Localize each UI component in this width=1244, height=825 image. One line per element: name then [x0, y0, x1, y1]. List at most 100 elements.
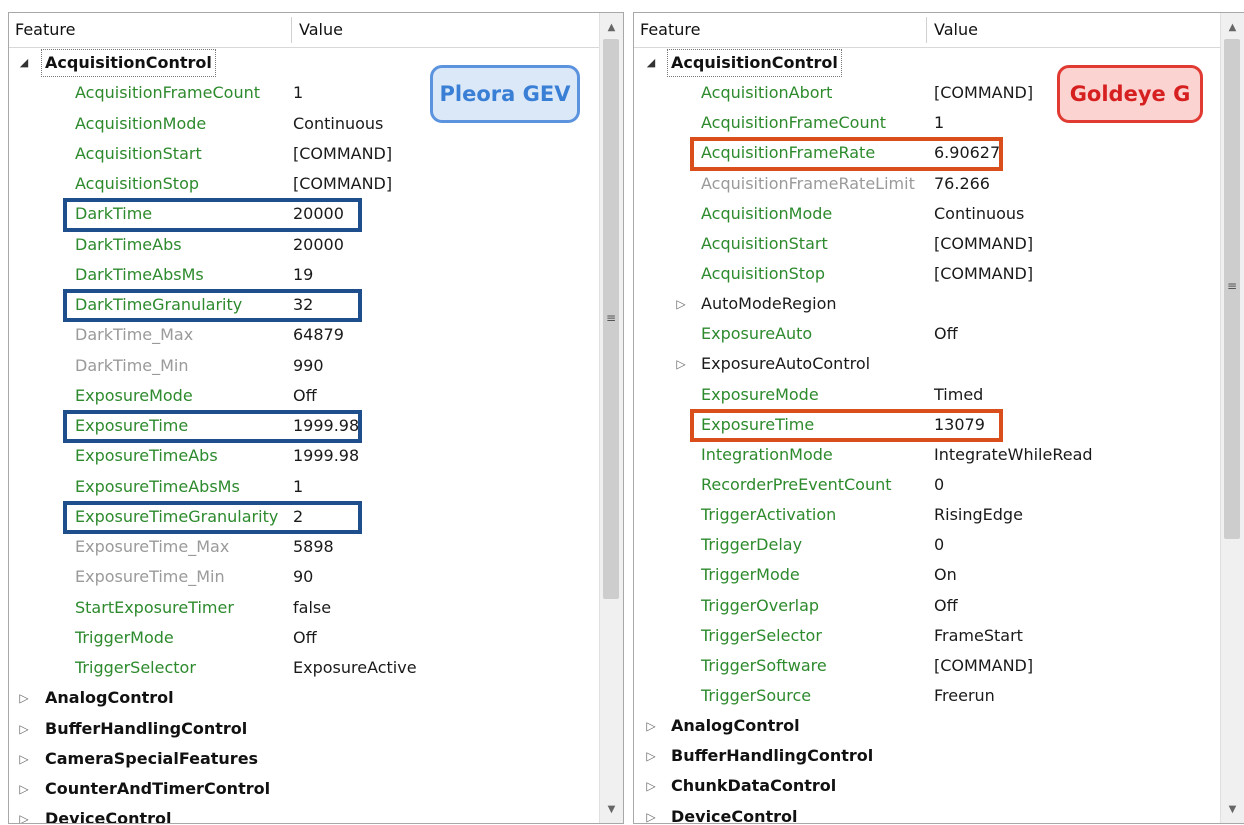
feature-value[interactable]: Timed — [934, 380, 983, 410]
feature-row[interactable]: AcquisitionStop [COMMAND] — [634, 259, 1220, 289]
feature-row[interactable]: TriggerSource Freerun — [634, 681, 1220, 711]
feature-value[interactable]: Off — [934, 319, 958, 349]
feature-row[interactable]: ExposureMode Timed — [634, 380, 1220, 410]
category-row[interactable]: ▷ CounterAndTimerControl — [9, 774, 599, 804]
feature-row[interactable]: ExposureMode Off — [9, 381, 599, 411]
triangle-right-icon[interactable]: ▷ — [644, 718, 658, 734]
feature-value[interactable]: 19 — [293, 260, 313, 290]
triangle-right-icon[interactable]: ▷ — [17, 781, 31, 797]
feature-value[interactable]: [COMMAND] — [934, 229, 1033, 259]
category-row[interactable]: ▷ BufferHandlingControl — [634, 741, 1220, 771]
triangle-right-icon[interactable]: ▷ — [674, 356, 688, 372]
scroll-down-button[interactable]: ▼ — [600, 799, 623, 821]
feature-value[interactable]: false — [293, 593, 331, 623]
feature-value[interactable]: [COMMAND] — [934, 259, 1033, 289]
feature-row[interactable]: AcquisitionStart [COMMAND] — [634, 229, 1220, 259]
feature-value[interactable]: FrameStart — [934, 621, 1023, 651]
feature-value[interactable]: 6.90627 — [934, 138, 1000, 168]
feature-row[interactable]: ExposureTime 1999.98 — [9, 411, 599, 441]
triangle-right-icon[interactable]: ▷ — [644, 809, 658, 823]
feature-row[interactable]: DarkTime_Max 64879 — [9, 320, 599, 350]
category-row[interactable]: ▷ DeviceControl — [634, 802, 1220, 823]
feature-value[interactable]: ExposureActive — [293, 653, 417, 683]
feature-row[interactable]: TriggerMode On — [634, 560, 1220, 590]
triangle-right-icon[interactable]: ▷ — [17, 751, 31, 767]
feature-value[interactable]: [COMMAND] — [293, 169, 392, 199]
triangle-right-icon[interactable]: ▷ — [644, 748, 658, 764]
column-header-value[interactable]: Value — [293, 13, 593, 47]
feature-row[interactable]: ExposureTime_Max 5898 — [9, 532, 599, 562]
scroll-up-button[interactable]: ▲ — [1221, 17, 1244, 39]
category-row[interactable]: ▷ AnalogControl — [634, 711, 1220, 741]
triangle-down-icon[interactable]: ◢ — [17, 55, 31, 71]
feature-row[interactable]: TriggerMode Off — [9, 623, 599, 653]
column-divider[interactable] — [926, 17, 927, 43]
feature-row[interactable]: TriggerSoftware [COMMAND] — [634, 651, 1220, 681]
feature-value[interactable]: 1 — [293, 78, 303, 108]
feature-row[interactable]: AcquisitionStart [COMMAND] — [9, 139, 599, 169]
feature-row[interactable]: TriggerSelector ExposureActive — [9, 653, 599, 683]
feature-value[interactable]: Continuous — [934, 199, 1024, 229]
feature-value[interactable]: [COMMAND] — [293, 139, 392, 169]
feature-value[interactable]: IntegrateWhileRead — [934, 440, 1093, 470]
feature-value[interactable]: [COMMAND] — [934, 651, 1033, 681]
feature-row[interactable]: DarkTimeAbsMs 19 — [9, 260, 599, 290]
column-divider[interactable] — [291, 17, 292, 43]
triangle-right-icon[interactable]: ▷ — [17, 690, 31, 706]
feature-row[interactable]: ExposureTime 13079 — [634, 410, 1220, 440]
feature-value[interactable]: 1999.98 — [293, 441, 359, 471]
triangle-right-icon[interactable]: ▷ — [674, 296, 688, 312]
feature-row[interactable]: RecorderPreEventCount 0 — [634, 470, 1220, 500]
feature-value[interactable]: 2 — [293, 502, 303, 532]
category-row[interactable]: ▷ BufferHandlingControl — [9, 714, 599, 744]
feature-row[interactable]: ExposureAuto Off — [634, 319, 1220, 349]
column-header-feature[interactable]: Feature — [9, 13, 293, 47]
feature-row[interactable]: DarkTime_Min 990 — [9, 351, 599, 381]
feature-row[interactable]: DarkTimeAbs 20000 — [9, 230, 599, 260]
column-header-feature[interactable]: Feature — [634, 13, 926, 47]
feature-value[interactable]: 64879 — [293, 320, 344, 350]
feature-value[interactable]: 1 — [293, 472, 303, 502]
feature-value[interactable]: 90 — [293, 562, 313, 592]
feature-row[interactable]: AcquisitionFrameRate 6.90627 — [634, 138, 1220, 168]
feature-row[interactable]: ExposureTimeAbs 1999.98 — [9, 441, 599, 471]
feature-value[interactable]: Freerun — [934, 681, 995, 711]
feature-row[interactable]: DarkTimeGranularity 32 — [9, 290, 599, 320]
category-row[interactable]: ▷ CameraSpecialFeatures — [9, 744, 599, 774]
triangle-right-icon[interactable]: ▷ — [17, 811, 31, 823]
category-row[interactable]: ▷ DeviceControl — [9, 804, 599, 823]
feature-value[interactable]: 20000 — [293, 230, 344, 260]
feature-value[interactable]: On — [934, 560, 957, 590]
feature-row[interactable]: TriggerOverlap Off — [634, 591, 1220, 621]
feature-value[interactable]: 1999.98 — [293, 411, 359, 441]
feature-value[interactable]: 13079 — [934, 410, 985, 440]
feature-row[interactable]: ExposureTimeGranularity 2 — [9, 502, 599, 532]
feature-value[interactable]: Off — [934, 591, 958, 621]
feature-value[interactable]: 32 — [293, 290, 313, 320]
feature-row[interactable]: IntegrationMode IntegrateWhileRead — [634, 440, 1220, 470]
triangle-down-icon[interactable]: ◢ — [644, 55, 658, 71]
feature-value[interactable]: [COMMAND] — [934, 78, 1033, 108]
feature-value[interactable]: 990 — [293, 351, 324, 381]
feature-row[interactable]: StartExposureTimer false — [9, 593, 599, 623]
vertical-scrollbar[interactable]: ▲ ≡ ▼ — [1220, 13, 1244, 823]
feature-row[interactable]: AcquisitionMode Continuous — [634, 199, 1220, 229]
vertical-scrollbar[interactable]: ▲ ≡ ▼ — [599, 13, 623, 823]
triangle-right-icon[interactable]: ▷ — [644, 778, 658, 794]
feature-value[interactable]: RisingEdge — [934, 500, 1023, 530]
feature-value[interactable]: 5898 — [293, 532, 334, 562]
category-row[interactable]: ▷ AnalogControl — [9, 683, 599, 713]
feature-value[interactable]: 0 — [934, 470, 944, 500]
feature-row[interactable]: ▷ ExposureAutoControl — [634, 349, 1220, 379]
feature-row[interactable]: TriggerDelay 0 — [634, 530, 1220, 560]
scroll-down-button[interactable]: ▼ — [1221, 799, 1244, 821]
feature-row[interactable]: ExposureTimeAbsMs 1 — [9, 472, 599, 502]
feature-value[interactable]: 0 — [934, 530, 944, 560]
feature-value[interactable]: Off — [293, 381, 317, 411]
feature-row[interactable]: AcquisitionStop [COMMAND] — [9, 169, 599, 199]
feature-value[interactable]: Off — [293, 623, 317, 653]
feature-value[interactable]: 76.266 — [934, 169, 990, 199]
column-header-value[interactable]: Value — [928, 13, 1218, 47]
feature-value[interactable]: 1 — [934, 108, 944, 138]
feature-row[interactable]: TriggerSelector FrameStart — [634, 621, 1220, 651]
